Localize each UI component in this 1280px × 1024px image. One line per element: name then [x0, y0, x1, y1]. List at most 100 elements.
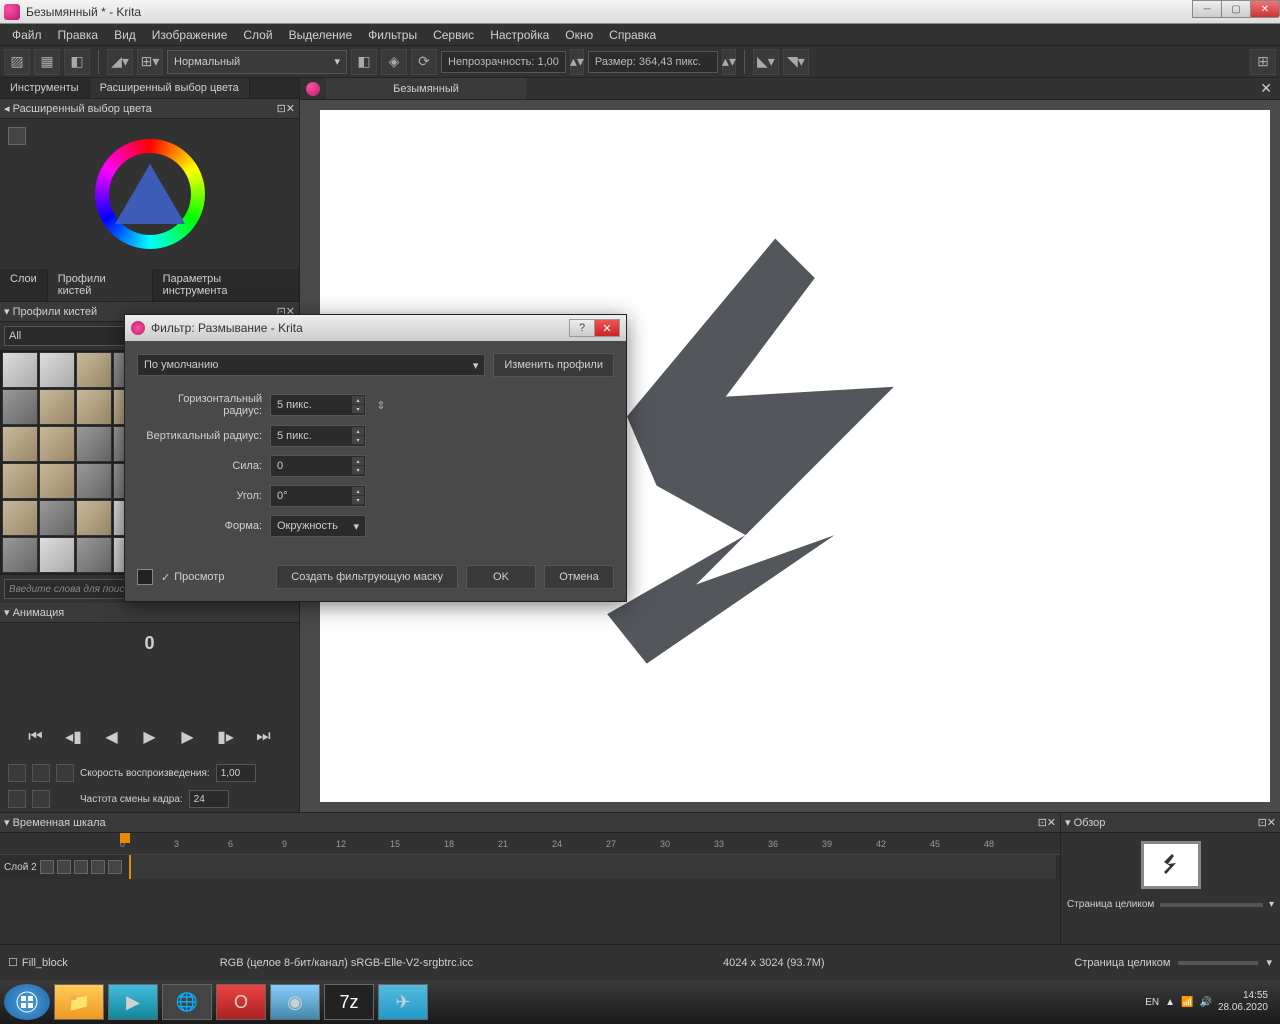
brush-engine-button[interactable]: ◢▾: [107, 49, 133, 75]
brush-preset[interactable]: [2, 352, 38, 388]
taskbar-krita[interactable]: ◉: [270, 984, 320, 1020]
dialog-help-button[interactable]: ?: [569, 319, 595, 337]
close-panel-icon[interactable]: ✕: [1047, 816, 1056, 829]
mirror-v-button[interactable]: ◥▾: [783, 49, 809, 75]
menu-edit[interactable]: Правка: [50, 26, 107, 44]
tab-tool-params[interactable]: Параметры инструмента: [153, 269, 299, 301]
layer-alpha-icon[interactable]: [74, 860, 88, 874]
taskbar-media[interactable]: ▶: [108, 984, 158, 1020]
strength-input[interactable]: 0▴▾: [270, 455, 366, 477]
anim-next-key-button[interactable]: ▮▸: [211, 722, 241, 752]
document-close-button[interactable]: ✕: [1252, 80, 1280, 97]
menu-view[interactable]: Вид: [106, 26, 144, 44]
brush-preset[interactable]: [2, 500, 38, 536]
zoom-slider-status[interactable]: [1178, 961, 1258, 965]
timeline-track[interactable]: [129, 855, 1056, 879]
close-panel-icon[interactable]: ✕: [1267, 816, 1276, 829]
eraser-mode-button[interactable]: ◧: [351, 49, 377, 75]
size-stepper[interactable]: ▴▾: [722, 49, 736, 75]
overview-thumbnail[interactable]: [1141, 841, 1201, 889]
alpha-lock-button[interactable]: ◈: [381, 49, 407, 75]
playback-speed-input[interactable]: 1,00: [216, 764, 256, 782]
brush-preset[interactable]: [2, 463, 38, 499]
menu-help[interactable]: Справка: [601, 26, 664, 44]
anim-play-button[interactable]: ▶: [135, 722, 165, 752]
maximize-button[interactable]: ▢: [1221, 0, 1251, 18]
blend-mode-select[interactable]: Нормальный: [167, 50, 347, 74]
menu-settings[interactable]: Настройка: [482, 26, 557, 44]
anim-d-button[interactable]: [8, 790, 26, 808]
mirror-h-button[interactable]: ◣▾: [753, 49, 779, 75]
anim-next-button[interactable]: ▶: [173, 722, 203, 752]
shape-select[interactable]: Окружность▾: [270, 515, 366, 537]
menu-select[interactable]: Выделение: [281, 26, 361, 44]
layer-extra-icon[interactable]: [108, 860, 122, 874]
tray-flag-icon[interactable]: ▲: [1165, 997, 1175, 1008]
create-mask-button[interactable]: Создать фильтрующую маску: [276, 565, 458, 589]
start-button[interactable]: [4, 984, 50, 1020]
tab-brush-profiles[interactable]: Профили кистей: [48, 269, 153, 301]
menu-window[interactable]: Окно: [557, 26, 601, 44]
cancel-button[interactable]: Отмена: [544, 565, 614, 589]
zoom-status[interactable]: Страница целиком: [1074, 957, 1170, 969]
menu-tools[interactable]: Сервис: [425, 26, 482, 44]
vradius-input[interactable]: 5 пикс.▴▾: [270, 425, 366, 447]
zoom-slider[interactable]: [1160, 903, 1263, 907]
layer-vis-icon[interactable]: [40, 860, 54, 874]
taskbar-explorer[interactable]: 📁: [54, 984, 104, 1020]
link-radius-icon[interactable]: ⇕: [374, 399, 388, 412]
timeline-ruler[interactable]: 036912151821242730333639424548: [0, 833, 1060, 855]
brush-preset[interactable]: [39, 500, 75, 536]
layer-onion-icon[interactable]: [91, 860, 105, 874]
layer-lock-icon[interactable]: [57, 860, 71, 874]
tray-network-icon[interactable]: 📶: [1181, 997, 1193, 1008]
brush-preset[interactable]: [39, 537, 75, 573]
menu-image[interactable]: Изображение: [144, 26, 236, 44]
brush-preset[interactable]: [76, 426, 112, 462]
brush-preset[interactable]: [76, 352, 112, 388]
brush-preset[interactable]: [39, 389, 75, 425]
tray-volume-icon[interactable]: 🔊: [1199, 997, 1211, 1008]
angle-input[interactable]: 0°▴▾: [270, 485, 366, 507]
opacity-stepper[interactable]: ▴▾: [570, 49, 584, 75]
brush-preset[interactable]: [39, 426, 75, 462]
tab-tools[interactable]: Инструменты: [0, 78, 90, 98]
reload-button[interactable]: ⟳: [411, 49, 437, 75]
taskbar-chrome[interactable]: 🌐: [162, 984, 212, 1020]
brush-preset[interactable]: [76, 463, 112, 499]
close-panel-icon[interactable]: ✕: [286, 102, 295, 115]
float-icon[interactable]: ⊡: [1258, 816, 1267, 829]
brush-preset[interactable]: [76, 500, 112, 536]
close-button[interactable]: ✕: [1250, 0, 1280, 18]
timeline-playhead[interactable]: [120, 833, 130, 843]
anim-last-button[interactable]: ⏭: [249, 722, 279, 752]
ok-button[interactable]: OK: [466, 565, 536, 589]
brush-preset[interactable]: [39, 352, 75, 388]
gradient-button[interactable]: ▨: [4, 49, 30, 75]
anim-e-button[interactable]: [32, 790, 50, 808]
preview-checkbox[interactable]: ✓ Просмотр: [161, 571, 224, 584]
brush-preset[interactable]: [2, 389, 38, 425]
anim-b-button[interactable]: [32, 764, 50, 782]
timeline-layer-row[interactable]: Слой 2: [0, 855, 1060, 879]
workspace-button[interactable]: ⊞: [1250, 49, 1276, 75]
opacity-slider[interactable]: Непрозрачность: 1,00: [441, 51, 566, 73]
taskbar-opera[interactable]: O: [216, 984, 266, 1020]
document-tab[interactable]: Безымянный: [326, 78, 526, 99]
menu-layer[interactable]: Слой: [235, 26, 280, 44]
brush-preset[interactable]: [39, 463, 75, 499]
anim-first-button[interactable]: ⏮: [21, 722, 51, 752]
brush-preset[interactable]: [76, 537, 112, 573]
taskbar-7zip[interactable]: 7z: [324, 984, 374, 1020]
anim-c-button[interactable]: [56, 764, 74, 782]
anim-prev-key-button[interactable]: ◂▮: [59, 722, 89, 752]
dialog-close-button[interactable]: ✕: [594, 319, 620, 337]
color-selector[interactable]: [0, 119, 299, 269]
pattern-button[interactable]: ▦: [34, 49, 60, 75]
dialog-titlebar[interactable]: Фильтр: Размывание - Krita ? ✕: [125, 315, 626, 341]
tray-clock[interactable]: 14:55 28.06.2020: [1218, 990, 1268, 1014]
tray-lang[interactable]: EN: [1145, 997, 1159, 1008]
menu-filters[interactable]: Фильтры: [360, 26, 425, 44]
taskbar-telegram[interactable]: ✈: [378, 984, 428, 1020]
brush-preset[interactable]: [2, 537, 38, 573]
